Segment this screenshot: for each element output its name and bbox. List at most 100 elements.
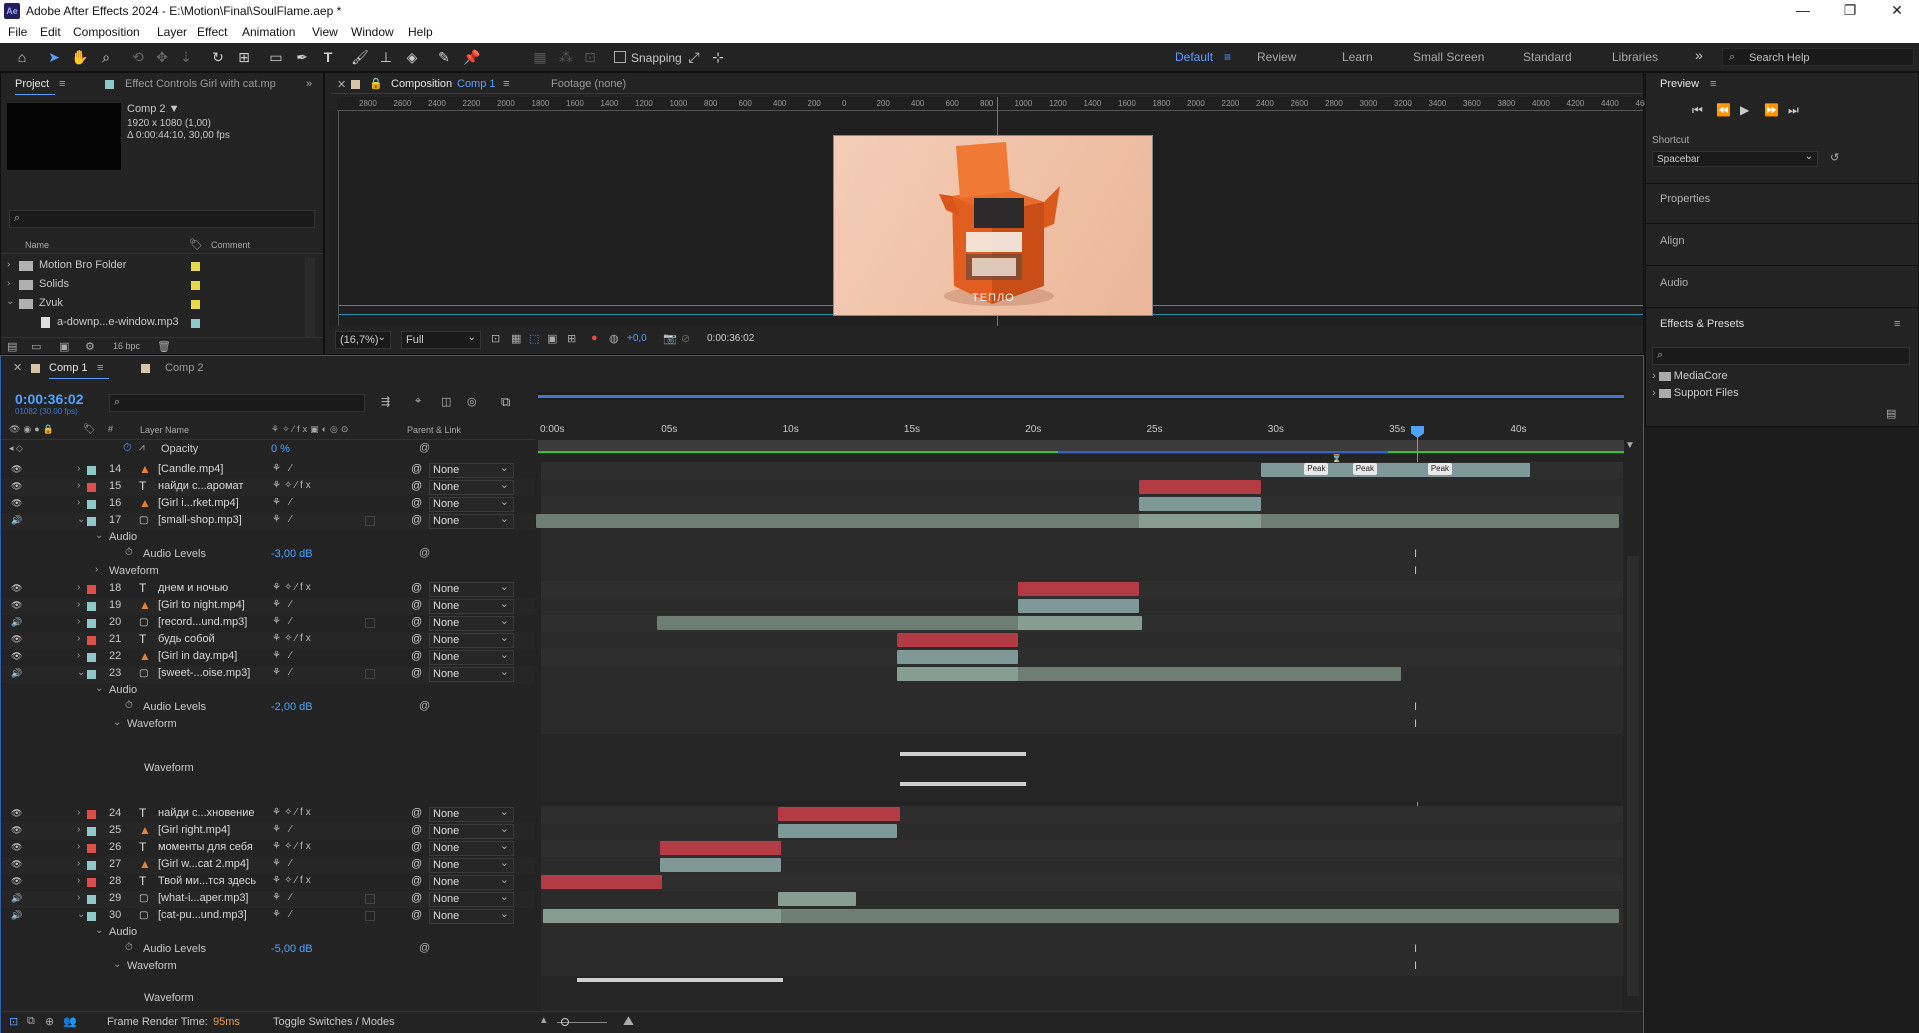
label-color-swatch[interactable] [87, 810, 96, 819]
layer-marker[interactable]: Peak [1427, 463, 1453, 475]
layer-marker[interactable]: Peak [1352, 463, 1377, 475]
eye-icon[interactable]: 👁 [11, 859, 22, 870]
layer-name[interactable]: [what-i...aper.mp3] [158, 892, 249, 904]
parent-dropdown[interactable]: None [429, 580, 514, 597]
toggle-switches-modes-button[interactable]: Toggle Switches / Modes [273, 1016, 395, 1028]
comp-canvas[interactable]: ТЕПЛО [339, 97, 1643, 326]
chevron-right-icon[interactable]: › [7, 278, 10, 289]
layer-row[interactable]: 🔊 ⌄ 30 ▢ [cat-pu...und.mp3] ⚘ ⁄ @ None [1, 907, 535, 925]
effects-item-mediacore[interactable]: › MediaCore [1652, 370, 1728, 382]
reset-icon[interactable]: ↺ [1830, 151, 1839, 164]
more-workspaces-button[interactable]: » [1695, 47, 1703, 63]
comp-name-link[interactable]: Comp 1 [457, 78, 496, 90]
layer-name[interactable]: [cat-pu...und.mp3] [158, 909, 247, 921]
layer-row[interactable]: 👁 › 27 ▲ [Girl w...cat 2.mp4] ⚘ ⁄ @ None [1, 856, 535, 874]
search-help-input[interactable]: ⌕ Search Help [1722, 48, 1914, 66]
speaker-icon[interactable]: 🔊 [11, 893, 22, 904]
transfer-controls-icon[interactable]: ⧉ [27, 1015, 35, 1028]
layer-switches[interactable]: ⚘ ⁄ [272, 599, 294, 610]
parent-dropdown[interactable]: None [429, 614, 514, 631]
exposure-value[interactable]: +0,0 [627, 333, 647, 344]
chevron-down-icon[interactable]: ⌄ [6, 296, 14, 307]
label-color-swatch[interactable] [87, 636, 96, 645]
layer-duration-bar[interactable] [778, 824, 898, 838]
stopwatch-icon[interactable]: ⏱ [125, 700, 133, 711]
parent-pickwhip-icon[interactable]: @ [411, 582, 422, 594]
resolution-dropdown[interactable]: Full ⌄ [401, 331, 481, 349]
parent-dropdown[interactable]: None [429, 461, 514, 478]
chevron-down-icon[interactable]: ⌄ [95, 530, 103, 541]
layer-name[interactable]: [small-shop.mp3] [158, 514, 242, 526]
label-color-swatch[interactable] [191, 281, 200, 290]
snap-features-icon[interactable]: ⊹ [708, 47, 728, 67]
step-forward-icon[interactable]: ⏩ [1764, 103, 1779, 117]
eye-icon[interactable]: 👁 [11, 583, 22, 594]
stopwatch-icon[interactable]: ⏱ [123, 442, 132, 455]
in-out-columns-icon[interactable]: ⊕ [45, 1015, 54, 1028]
mask-visibility-icon[interactable]: ⬚ [529, 332, 539, 345]
project-menu-icon[interactable]: ≡ [59, 78, 65, 90]
layer-switches[interactable]: ⚘ ⁄ [272, 824, 294, 835]
chevron-right-icon[interactable]: › [77, 497, 80, 508]
menu-composition[interactable]: Composition [73, 25, 140, 39]
bit-depth-button[interactable]: 16 bpc [113, 341, 140, 351]
layer-switches[interactable]: ⚘✧⁄fx [272, 582, 314, 593]
timeline-menu-icon[interactable]: ≡ [97, 362, 103, 374]
puppet-pin-icon[interactable]: 📌 [462, 47, 482, 67]
quality-switch[interactable] [365, 669, 375, 679]
layer-row[interactable]: 👁 › 26 Tмоменты для себя ⚘✧⁄fx @ None [1, 839, 535, 857]
layer-row[interactable]: 🔊 › 20 ▢ [record...und.mp3] ⚘ ⁄ @ None [1, 614, 535, 632]
stopwatch-icon[interactable]: ⏱ [125, 942, 133, 953]
layer-switches[interactable]: ⚘ ⁄ [272, 667, 294, 678]
label-color-swatch[interactable] [87, 585, 96, 594]
layer-duration-bar[interactable] [778, 807, 900, 821]
project-item-folder[interactable]: ⌄ Zvuk [1, 295, 323, 313]
layer-duration-bar[interactable] [1139, 480, 1261, 494]
parent-pickwhip-icon[interactable]: @ [411, 599, 422, 611]
quality-switch[interactable] [365, 911, 375, 921]
layer-name[interactable]: [Candle.mp4] [158, 463, 223, 475]
fast-previews-icon[interactable]: ⊡ [491, 332, 500, 345]
parent-pickwhip-icon[interactable]: @ [411, 892, 422, 904]
layer-duration-bar[interactable] [897, 650, 1019, 664]
chevron-right-icon[interactable]: › [77, 633, 80, 644]
chevron-right-icon[interactable]: › [77, 616, 80, 627]
timeline-scrollbar[interactable] [1627, 556, 1639, 996]
parent-pickwhip-icon[interactable]: @ [411, 650, 422, 662]
layer-row[interactable]: 👁 › 15 Tнайди с...аромат ⚘✧⁄fx @ None [1, 478, 535, 496]
layer-name[interactable]: найди с...аромат [158, 480, 243, 492]
viewer-timecode[interactable]: 0:00:36:02 [707, 333, 754, 344]
comp-mini-flowchart-icon[interactable]: ⇶ [381, 395, 390, 408]
layer-name[interactable]: моменты для себя [158, 841, 253, 853]
render-time-icon[interactable]: 👥 [63, 1015, 77, 1028]
label-color-swatch[interactable] [191, 319, 200, 328]
layer-switches[interactable]: ⚘✧⁄fx [272, 480, 314, 491]
close-tab-icon[interactable]: ✕ [13, 361, 22, 374]
expression-pickwhip-icon[interactable]: @ [419, 442, 430, 454]
comp-menu-icon[interactable]: ≡ [503, 78, 509, 90]
project-item-folder[interactable]: › Solids [1, 276, 323, 294]
layer-duration-bar[interactable] [536, 514, 1620, 528]
comp-frame[interactable]: ТЕПЛО [833, 135, 1153, 316]
keyframe-nav-icon[interactable]: ◂ ◇ [9, 443, 23, 454]
menu-layer[interactable]: Layer [157, 25, 187, 39]
menu-animation[interactable]: Animation [242, 25, 295, 39]
parent-pickwhip-icon[interactable]: @ [411, 841, 422, 853]
speaker-icon[interactable]: 🔊 [11, 668, 22, 679]
rectangle-tool-icon[interactable]: ▭ [266, 47, 286, 67]
opacity-value[interactable]: 0 % [271, 443, 290, 455]
layer-duration-bar[interactable] [1018, 599, 1140, 613]
eye-icon[interactable]: 👁 [11, 651, 22, 662]
speaker-icon[interactable]: 🔊 [11, 910, 22, 921]
project-search-input[interactable]: ⌕ [9, 210, 315, 228]
skip-to-last-icon[interactable]: ⏭ [1788, 103, 1799, 118]
menu-help[interactable]: Help [408, 25, 433, 39]
chevron-right-icon[interactable]: › [95, 564, 98, 575]
chevron-right-icon[interactable]: › [77, 824, 80, 835]
zoom-out-icon[interactable]: ▴ [541, 1013, 547, 1026]
layer-name[interactable]: [Girl right.mp4] [158, 824, 230, 836]
layer-row[interactable]: 👁 › 16 ▲ [Girl i...rket.mp4] ⚘ ⁄ @ None [1, 495, 535, 513]
skip-to-first-icon[interactable]: ⏮ [1692, 103, 1703, 118]
magnification-dropdown[interactable]: (16,7%) ⌄ [335, 331, 391, 349]
eraser-tool-icon[interactable]: ◈ [402, 47, 422, 67]
